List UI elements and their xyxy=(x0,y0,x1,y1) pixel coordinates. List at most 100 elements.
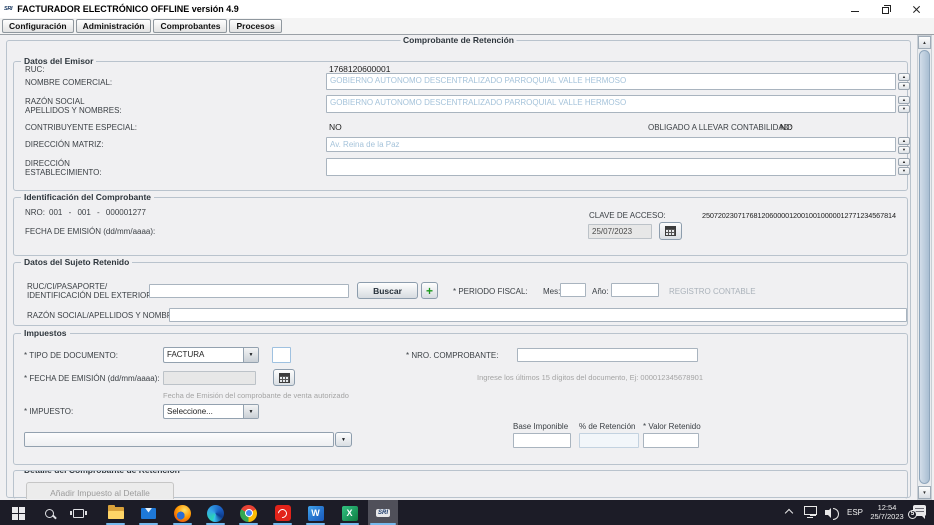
direccion-establecimiento-spinner[interactable]: ▲▼ xyxy=(898,158,910,175)
windows-logo-icon xyxy=(12,507,25,520)
excel-button[interactable]: X xyxy=(337,501,362,525)
spinner-up-icon[interactable]: ▲ xyxy=(898,73,910,81)
porcentaje-retencion-field[interactable] xyxy=(579,433,639,448)
menu-comprobantes[interactable]: Comprobantes xyxy=(153,19,227,33)
spinner-up-icon[interactable]: ▲ xyxy=(898,137,910,145)
codigo-retencion-combo-arrow[interactable]: ▼ xyxy=(335,432,352,447)
nro-label: NRO: xyxy=(25,208,45,217)
contribuyente-especial-label: CONTRIBUYENTE ESPECIAL: xyxy=(25,123,137,132)
razon-social-label-line2: APELLIDOS Y NOMBRES: xyxy=(25,106,122,115)
buscar-button[interactable]: Buscar xyxy=(357,282,418,299)
menu-administracion[interactable]: Administración xyxy=(76,19,152,33)
minimize-button[interactable] xyxy=(839,0,870,18)
identificacion-comprobante-group: Identificación del Comprobante NRO: 001 … xyxy=(13,197,908,256)
mail-icon xyxy=(141,508,156,519)
fecha-emision-field[interactable] xyxy=(588,224,652,239)
language-indicator[interactable]: ESP xyxy=(847,508,863,517)
codigo-retencion-value xyxy=(25,433,333,446)
titlebar: SRI FACTURADOR ELECTRÓNICO OFFLINE versi… xyxy=(0,0,934,18)
fecha-emision-impuesto-field[interactable] xyxy=(163,371,256,385)
scroll-down-button[interactable]: ▼ xyxy=(918,486,931,499)
nro-comprobante-field[interactable] xyxy=(517,348,698,362)
minimize-icon xyxy=(851,11,859,12)
application-window: SRI FACTURADOR ELECTRÓNICO OFFLINE versi… xyxy=(0,0,934,525)
window-controls xyxy=(839,0,932,18)
datos-emisor-group: Datos del Emisor RUC: 1768120600001 NOMB… xyxy=(13,61,908,191)
calendar-icon xyxy=(279,373,290,383)
notification-center-button[interactable]: 5 xyxy=(913,505,926,516)
ruc-ci-pasaporte-field[interactable] xyxy=(149,284,349,298)
impuesto-combo[interactable]: Seleccione... ▼ xyxy=(163,404,259,419)
start-button[interactable] xyxy=(6,501,31,525)
tray-time: 12:54 xyxy=(864,503,910,512)
razon-social-label-line1: RAZÓN SOCIAL xyxy=(25,97,85,106)
close-button[interactable] xyxy=(901,0,932,18)
anio-label: Año: xyxy=(592,287,608,296)
scrollbar-thumb[interactable] xyxy=(919,50,930,484)
chrome-icon xyxy=(240,505,257,522)
agregar-sujeto-button[interactable]: + xyxy=(421,282,438,299)
spinner-up-icon[interactable]: ▲ xyxy=(898,96,910,104)
firefox-button[interactable] xyxy=(170,501,195,525)
direccion-matriz-spinner[interactable]: ▲▼ xyxy=(898,137,910,154)
tipo-documento-combo[interactable]: FACTURA ▼ xyxy=(163,347,259,363)
word-button[interactable]: W xyxy=(303,501,328,525)
direccion-establecimiento-label-line2: ESTABLECIMIENTO: xyxy=(25,168,102,177)
spinner-down-icon[interactable]: ▼ xyxy=(898,82,910,90)
restore-button[interactable] xyxy=(870,0,901,18)
tray-clock[interactable]: 12:54 25/7/2023 xyxy=(864,503,910,521)
task-view-button[interactable] xyxy=(66,501,91,525)
aniadir-impuesto-button[interactable]: Añadir Impuesto al Detalle xyxy=(26,482,174,499)
menu-bar: Configuración Administración Comprobante… xyxy=(0,18,934,35)
razon-social-sujeto-field[interactable] xyxy=(169,308,907,322)
impuesto-label: * IMPUESTO: xyxy=(24,407,73,416)
anio-field[interactable] xyxy=(611,283,659,297)
detalle-comprobante-title: Detalle del Comprobante de Retención xyxy=(21,470,183,476)
acrobat-button[interactable] xyxy=(270,501,295,525)
task-view-icon xyxy=(73,509,84,518)
mes-field[interactable] xyxy=(560,283,586,297)
razon-social-field[interactable]: GOBIERNO AUTONOMO DESCENTRALIZADO PARROQ… xyxy=(326,95,896,113)
acrobat-icon xyxy=(275,505,291,521)
spinner-up-icon[interactable]: ▲ xyxy=(898,158,910,166)
spinner-down-icon[interactable]: ▼ xyxy=(898,146,910,154)
nombre-comercial-field[interactable]: GOBIERNO AUTONOMO DESCENTRALIZADO PARROQ… xyxy=(326,73,896,90)
menu-procesos[interactable]: Procesos xyxy=(229,19,281,33)
menu-configuracion[interactable]: Configuración xyxy=(2,19,74,33)
scroll-up-button[interactable]: ▲ xyxy=(918,36,931,49)
chrome-button[interactable] xyxy=(236,501,261,525)
chevron-down-icon: ▼ xyxy=(243,348,258,362)
identificacion-title: Identificación del Comprobante xyxy=(21,192,154,203)
base-imponible-field[interactable] xyxy=(513,433,571,448)
spinner-down-icon[interactable]: ▼ xyxy=(898,167,910,175)
obligado-contabilidad-value: NO xyxy=(780,122,793,132)
fecha-emision-calendar-button[interactable] xyxy=(659,222,682,240)
file-explorer-button[interactable] xyxy=(103,501,128,525)
direccion-matriz-field[interactable]: Av. Reina de la Paz xyxy=(326,137,896,152)
clave-acceso-value: 2507202307176812060000120010010000012771… xyxy=(702,211,896,221)
firefox-icon xyxy=(174,505,191,522)
direccion-matriz-label: DIRECCIÓN MATRIZ: xyxy=(25,140,104,149)
chevron-down-icon: ▼ xyxy=(341,437,346,443)
spinner-down-icon[interactable]: ▼ xyxy=(898,105,910,113)
razon-social-spinner[interactable]: ▲▼ xyxy=(898,96,910,113)
razon-social-sujeto-label: RAZÓN SOCIAL/APELLIDOS Y NOMBRES: xyxy=(27,311,185,320)
valor-retenido-field[interactable] xyxy=(643,433,699,448)
direccion-establecimiento-field[interactable] xyxy=(326,158,896,176)
taskbar-search-button[interactable] xyxy=(37,501,62,525)
codigo-retencion-combo[interactable] xyxy=(24,432,334,447)
edge-button[interactable] xyxy=(203,501,228,525)
plus-icon: + xyxy=(426,284,433,298)
impuesto-value: Seleccione... xyxy=(164,405,243,418)
mail-button[interactable] xyxy=(136,501,161,525)
tray-chevron-up-icon[interactable] xyxy=(785,509,793,517)
tipo-documento-codigo-field[interactable] xyxy=(272,347,291,363)
speaker-icon[interactable] xyxy=(825,510,829,515)
sri-taskbar-button[interactable]: SRI xyxy=(368,500,398,525)
impuestos-group: Impuestos * TIPO DE DOCUMENTO: FACTURA ▼… xyxy=(13,333,908,465)
vertical-scrollbar[interactable]: ▲ ▼ xyxy=(917,35,932,500)
fecha-emision-impuesto-calendar-button[interactable] xyxy=(273,369,295,386)
nombre-comercial-spinner[interactable]: ▲▼ xyxy=(898,73,910,90)
nro-comprobante-hint: Ingrese los últimos 15 dígitos del docum… xyxy=(477,373,703,382)
network-icon[interactable] xyxy=(804,506,817,515)
